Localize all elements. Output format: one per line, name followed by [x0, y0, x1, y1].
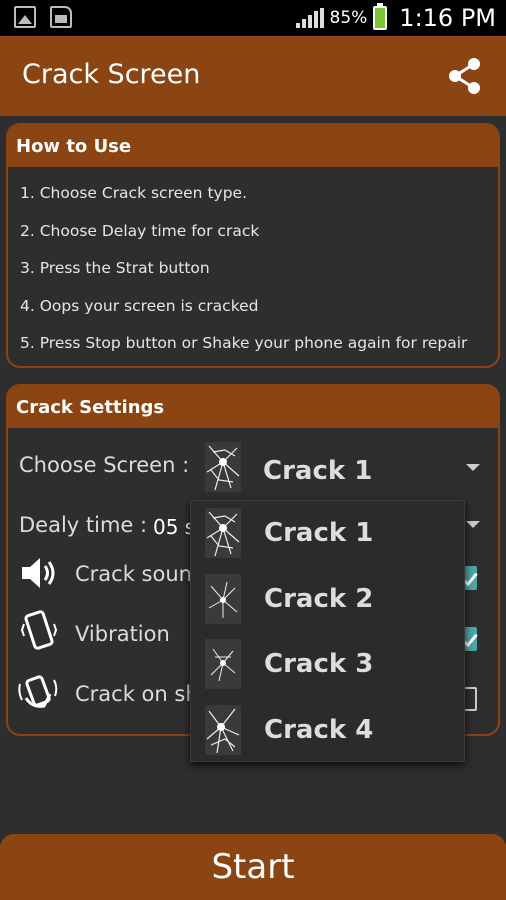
step-item: 2. Choose Delay time for crack	[20, 221, 260, 240]
share-icon[interactable]	[446, 56, 484, 96]
action-bar: Crack Screen	[0, 36, 506, 116]
vibration-label: Vibration	[75, 622, 170, 646]
hand-shake-icon	[18, 675, 58, 708]
crack-thumbnail-icon	[205, 573, 241, 624]
image-notification-icon	[14, 6, 36, 28]
chevron-down-icon[interactable]	[466, 521, 480, 528]
speaker-icon	[22, 558, 55, 588]
battery-icon	[373, 3, 388, 30]
dropdown-item-crack-1[interactable]: Crack 1	[191, 501, 466, 567]
signal-icon	[295, 8, 324, 28]
how-to-use-card: How to Use 1. Choose Crack screen type. …	[6, 123, 500, 368]
step-item: 3. Press the Strat button	[20, 259, 210, 277]
step-item: 1. Choose Crack screen type.	[20, 184, 247, 202]
delay-time-value[interactable]: 05 s	[153, 515, 195, 539]
crack-type-dropdown: Crack 1 Crack 2 Crack 3 Crack 4	[190, 500, 465, 762]
crack-thumbnail-icon	[205, 442, 241, 492]
dropdown-item-label: Crack 1	[264, 518, 374, 548]
start-button[interactable]: Start	[0, 834, 506, 900]
app-title: Crack Screen	[22, 59, 201, 90]
choose-screen-value[interactable]: Crack 1	[263, 456, 372, 486]
crack-thumbnail-icon	[205, 508, 241, 558]
dropdown-item-label: Crack 4	[264, 714, 374, 745]
crack-sound-label: Crack soun	[75, 562, 192, 586]
battery-percent: 85%	[329, 8, 368, 28]
crack-settings-title: Crack Settings	[8, 386, 498, 428]
dropdown-item-label: Crack 2	[264, 583, 374, 614]
delay-time-label: Dealy time :	[19, 513, 148, 537]
choose-screen-label: Choose Screen :	[19, 453, 190, 477]
crack-thumbnail-icon	[205, 639, 241, 689]
clock: 1:16 PM	[399, 4, 496, 32]
crack-on-shake-label: Crack on sh	[75, 682, 199, 706]
how-to-use-steps: 1. Choose Crack screen type. 2. Choose D…	[8, 167, 498, 363]
dropdown-item-label: Crack 3	[264, 649, 374, 679]
phone-vibrate-icon	[20, 610, 58, 650]
dropdown-item-crack-4[interactable]: Crack 4	[191, 698, 466, 764]
chevron-down-icon[interactable]	[466, 464, 480, 471]
step-item: 4. Oops your screen is cracked	[20, 296, 259, 315]
crack-thumbnail-icon	[205, 704, 241, 755]
sim-notification-icon	[50, 6, 72, 28]
status-bar: 85% 1:16 PM	[0, 0, 506, 36]
step-item: 5. Press Stop button or Shake your phone…	[20, 334, 468, 352]
dropdown-item-crack-3[interactable]: Crack 3	[191, 632, 466, 698]
how-to-use-title: How to Use	[8, 125, 498, 167]
dropdown-item-crack-2[interactable]: Crack 2	[191, 567, 466, 633]
